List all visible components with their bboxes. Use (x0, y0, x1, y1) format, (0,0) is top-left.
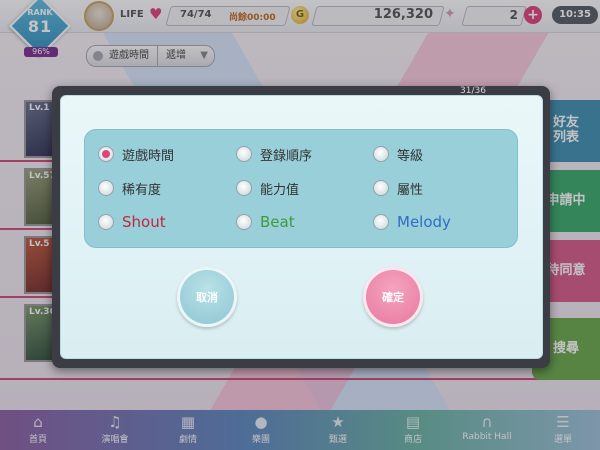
radio-icon (98, 214, 114, 230)
option-label: 等級 (397, 148, 424, 164)
radio-selected-icon (98, 146, 114, 162)
radio-icon (236, 214, 252, 230)
radio-icon (236, 146, 252, 162)
option-label: Shout (122, 213, 166, 231)
confirm-button[interactable]: 確定 (363, 267, 423, 327)
sort-option-melody[interactable]: Melody (373, 212, 451, 232)
radio-icon (373, 146, 389, 162)
sort-option-ability[interactable]: 能力值 (236, 178, 299, 198)
sort-option-level[interactable]: 等級 (373, 144, 423, 164)
sort-option-registration-order[interactable]: 登錄順序 (236, 144, 312, 164)
option-label: Beat (260, 213, 295, 231)
option-label: 登錄順序 (260, 148, 313, 164)
option-label: Melody (397, 213, 451, 231)
radio-icon (236, 180, 252, 196)
option-label: 遊戲時間 (122, 148, 175, 164)
radio-icon (98, 180, 114, 196)
sort-option-play-time[interactable]: 遊戲時間 (98, 144, 174, 164)
confirm-label: 確定 (382, 291, 404, 304)
sort-option-attribute[interactable]: 屬性 (373, 178, 423, 198)
sort-option-shout[interactable]: Shout (98, 212, 166, 232)
cancel-label: 取消 (196, 291, 218, 304)
cancel-button[interactable]: 取消 (177, 267, 237, 327)
radio-icon (373, 214, 389, 230)
option-label: 稀有度 (122, 182, 162, 198)
radio-icon (373, 180, 389, 196)
option-label: 屬性 (397, 182, 424, 198)
sort-option-rarity[interactable]: 稀有度 (98, 178, 161, 198)
sort-option-beat[interactable]: Beat (236, 212, 295, 232)
option-label: 能力值 (260, 182, 300, 198)
